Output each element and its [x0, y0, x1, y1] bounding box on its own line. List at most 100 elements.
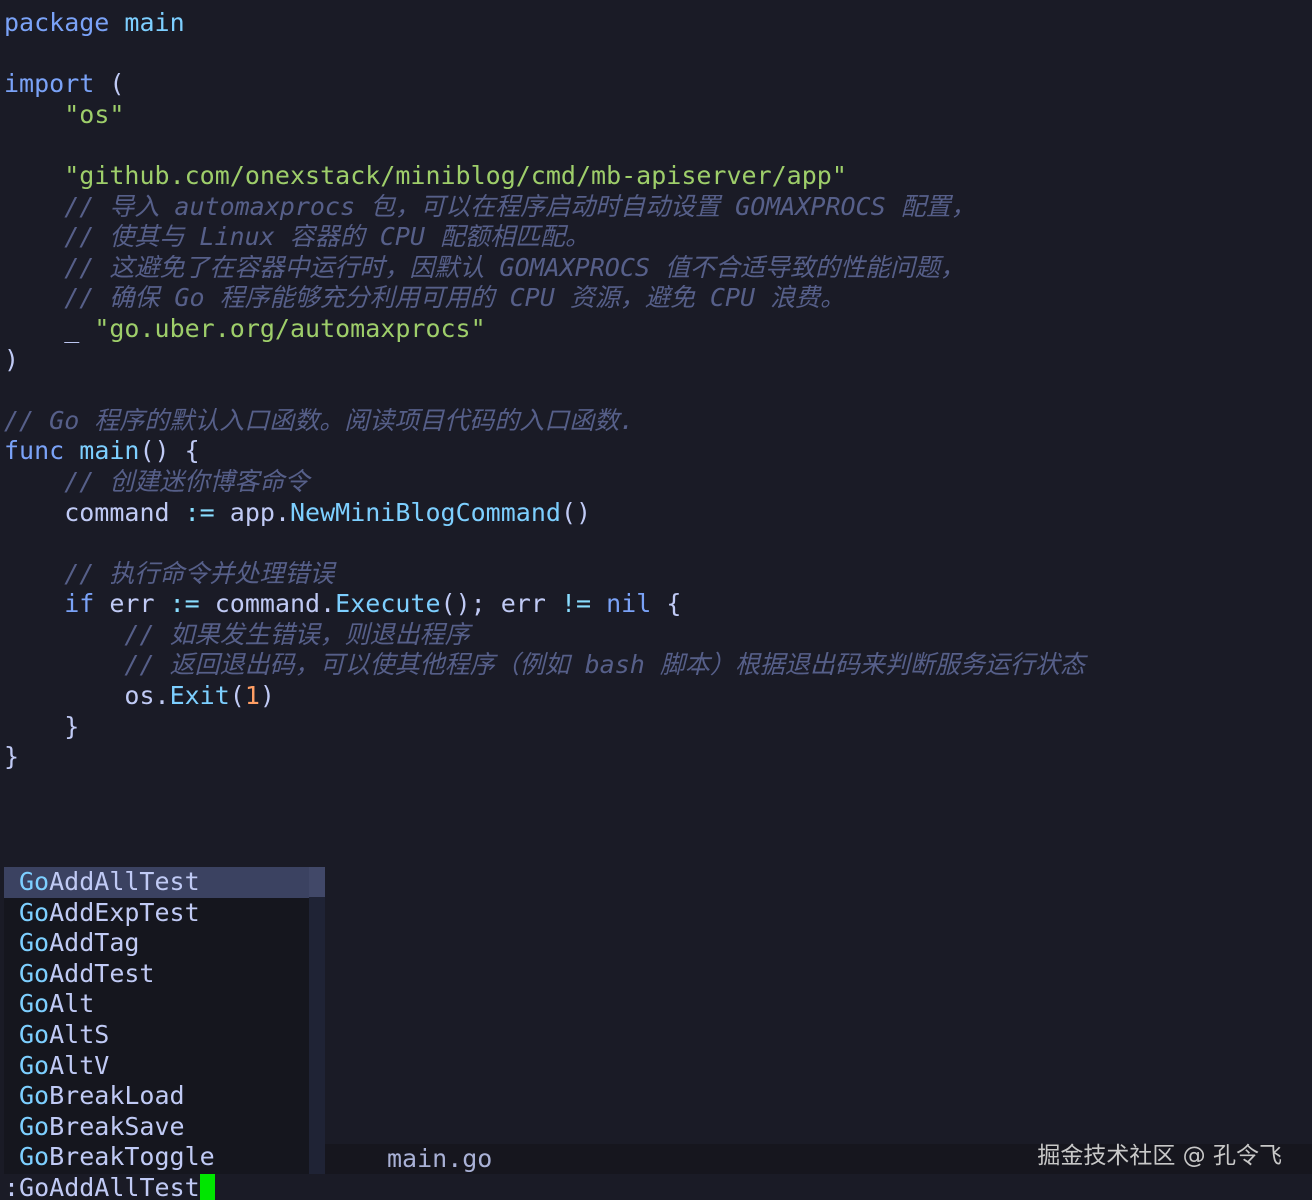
code-line-8: // 使其与 Linux 容器的 CPU 配额相匹配。 [4, 222, 1304, 253]
code-line-23: os.Exit(1) [4, 681, 1304, 712]
comment: // Go 程序的默认入口函数。阅读项目代码的入口函数. [4, 405, 635, 435]
completion-item[interactable]: GoBreakSave [4, 1112, 310, 1143]
status-filename: main.go [387, 1144, 493, 1173]
completion-item[interactable]: GoBreakLoad [4, 1081, 310, 1112]
code-line-22: // 返回退出码，可以使其他程序（例如 bash 脚本）根据退出码来判断服务运行… [4, 650, 1304, 681]
close-brace: } [4, 742, 20, 772]
keyword-if: if [64, 589, 95, 619]
code-line-24: } [4, 712, 1304, 743]
comment: // 确保 Go 程序能够充分利用可用的 CPU 资源，避免 CPU 浪费。 [64, 283, 846, 313]
code-line-12: ) [4, 345, 1304, 376]
identifier-os: os. [4, 681, 170, 711]
code-line-15: func main() { [4, 436, 1304, 467]
completion-item-label: Alt [49, 989, 95, 1019]
completion-item[interactable]: GoAlt [4, 989, 310, 1020]
completion-scrollbar[interactable] [309, 867, 325, 1174]
keyword-package: package [4, 8, 110, 37]
import-os: "os" [64, 99, 125, 129]
code-line-9: // 这避免了在容器中运行时，因默认 GOMAXPROCS 值不合适导致的性能问… [4, 253, 1304, 284]
operator: := [184, 497, 215, 527]
code-line-4: "os" [4, 100, 1304, 131]
comment: // 导入 automaxprocs 包，可以在程序启动时自动设置 GOMAXP… [64, 191, 976, 221]
code-line-7: // 导入 automaxprocs 包，可以在程序启动时自动设置 GOMAXP… [4, 192, 1304, 223]
cursor [199, 1174, 215, 1200]
code-line-1: package main [4, 8, 1304, 39]
completion-item[interactable]: GoBreakToggle [4, 1142, 310, 1173]
close-brace: } [4, 711, 80, 741]
keyword-func: func [4, 436, 65, 466]
code-text: (); err [440, 589, 561, 619]
completion-item[interactable]: GoAltV [4, 1051, 310, 1082]
completion-item-prefix: Go [19, 928, 50, 958]
completion-item-prefix: Go [19, 897, 50, 927]
comment: // 使其与 Linux 容器的 CPU 配额相匹配。 [64, 222, 590, 252]
code-line-17: command := app.NewMiniBlogCommand() [4, 498, 1304, 529]
completion-item[interactable]: GoAddExpTest [4, 898, 310, 929]
paren: ( [229, 681, 245, 711]
function-call: Exit [169, 681, 230, 711]
comment: // 返回退出码，可以使其他程序（例如 bash 脚本）根据退出码来判断服务运行… [124, 650, 1085, 680]
number-literal: 1 [244, 681, 260, 711]
completion-item[interactable]: GoAddAllTest [4, 867, 310, 898]
blank-identifier: _ [4, 313, 95, 343]
function-call: NewMiniBlogCommand [290, 497, 561, 527]
code-line-6: "github.com/onexstack/miniblog/cmd/mb-ap… [4, 161, 1304, 192]
import-app: "github.com/onexstack/miniblog/cmd/mb-ap… [64, 160, 847, 190]
code-line-14: // Go 程序的默认入口函数。阅读项目代码的入口函数. [4, 406, 1304, 437]
operator: := [169, 589, 200, 619]
import-automaxprocs: "go.uber.org/automaxprocs" [94, 313, 486, 343]
completion-popup: GoAddAllTest GoAddExpTest GoAddTag GoAddTes… [4, 867, 325, 1174]
code-line-11: _ "go.uber.org/automaxprocs" [4, 314, 1304, 345]
code-line-19: // 执行命令并处理错误 [4, 559, 1304, 590]
comment: // 这避免了在容器中运行时，因默认 GOMAXPROCS 值不合适导致的性能问… [64, 252, 965, 282]
identifier-err: err [94, 589, 170, 619]
completion-item-prefix: Go [19, 1019, 50, 1049]
statusline: main.go 掘金技术社区 @ 孔令飞 [325, 1144, 1312, 1174]
completion-list: GoAddAllTest GoAddExpTest GoAddTag GoAddTes… [4, 867, 325, 1173]
completion-item-label: AddExpTest [49, 897, 200, 927]
watermark: 掘金技术社区 @ 孔令飞 [1037, 1143, 1282, 1169]
completion-item-label: BreakLoad [49, 1081, 185, 1111]
identifier-app: app. [214, 497, 290, 527]
completion-item-prefix: Go [19, 989, 50, 1019]
completion-item-label: BreakToggle [49, 1142, 215, 1172]
code-line-3: import ( [4, 69, 1304, 100]
command-text: :GoAddAllTest [4, 1173, 200, 1200]
completion-item[interactable]: GoAddTest [4, 959, 310, 990]
call-parens: () [560, 497, 592, 527]
close-paren: ) [4, 344, 20, 374]
keyword-import: import [4, 69, 95, 99]
import-paren: ( [94, 69, 125, 99]
function-name-main: main [79, 436, 140, 466]
operator: != [560, 589, 592, 619]
code-line-10: // 确保 Go 程序能够充分利用可用的 CPU 资源，避免 CPU 浪费。 [4, 283, 1304, 314]
open-brace: { [651, 589, 682, 619]
completion-item-prefix: Go [19, 1111, 50, 1141]
code-line-21: // 如果发生错误，则退出程序 [4, 620, 1304, 651]
completion-item[interactable]: GoAddTag [4, 928, 310, 959]
code-editor[interactable]: package main import ( "os" "github.com/o… [4, 8, 1304, 773]
paren: ) [259, 681, 275, 711]
completion-item-label: AddTest [49, 958, 155, 988]
comment: // 创建迷你博客命令 [64, 466, 310, 496]
completion-item-prefix: Go [19, 958, 50, 988]
completion-item-label: BreakSave [49, 1111, 185, 1141]
completion-scrollbar-thumb[interactable] [309, 867, 325, 897]
completion-item-label: AddAllTest [49, 867, 200, 896]
comment: // 如果发生错误，则退出程序 [124, 619, 470, 649]
completion-item[interactable]: GoAltS [4, 1020, 310, 1051]
command-line[interactable]: :GoAddAllTest [4, 1174, 215, 1200]
identifier-command: command [4, 497, 185, 527]
completion-item-prefix: Go [19, 1081, 50, 1111]
